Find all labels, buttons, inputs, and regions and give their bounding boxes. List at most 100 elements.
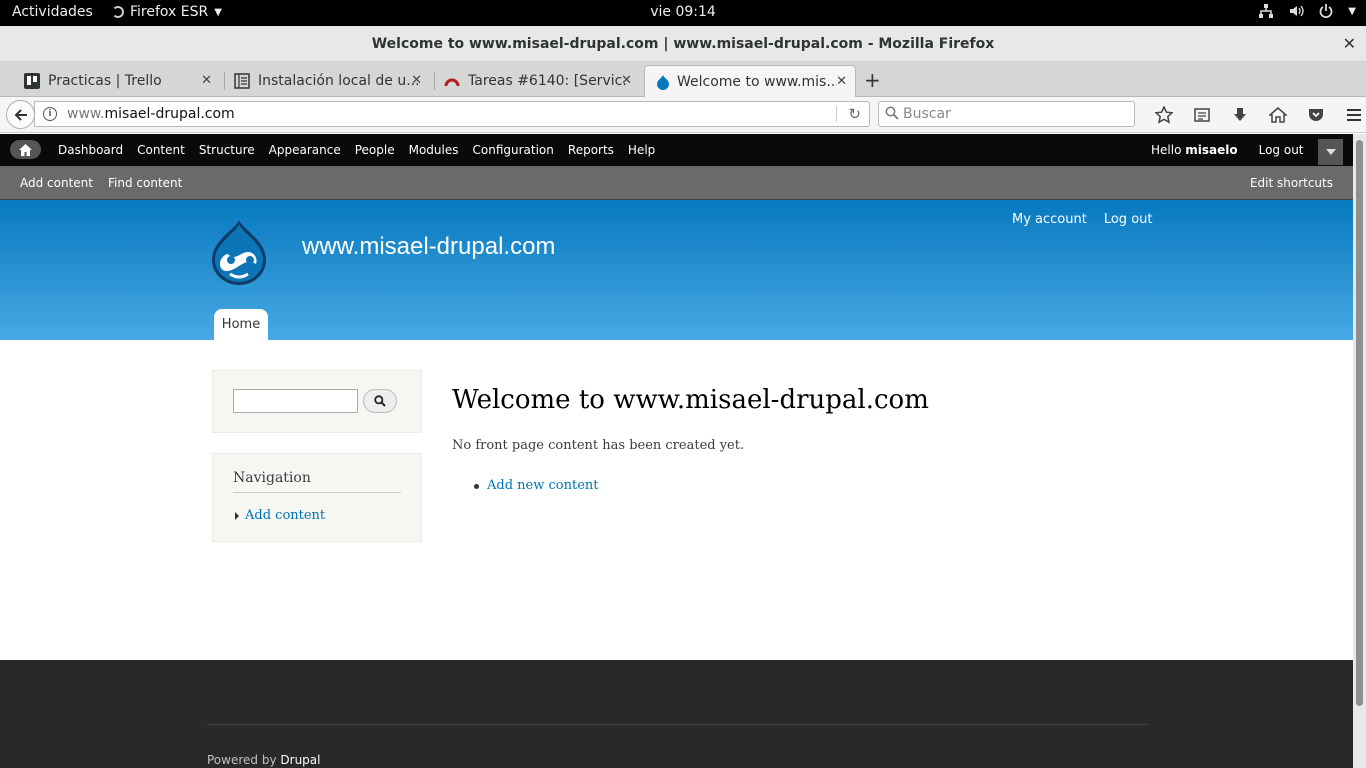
list-bullet [474, 484, 479, 489]
admin-menu-configuration[interactable]: Configuration [466, 143, 561, 157]
close-icon[interactable]: ✕ [411, 73, 422, 88]
tab-bar: Practicas | Trello ✕ Instalación local d… [0, 62, 1366, 97]
drupal-icon [657, 75, 669, 90]
url-bar[interactable]: i www.misael-drupal.com ↻ [34, 101, 870, 127]
url-divider [836, 106, 837, 122]
window-title: Welcome to www.misael-drupal.com | www.m… [371, 36, 995, 52]
search-bar[interactable]: Buscar [878, 101, 1135, 127]
chevron-down-icon: ▼ [1348, 5, 1356, 17]
tab-label: Instalación local de u... [258, 73, 418, 89]
back-button[interactable] [6, 100, 35, 129]
tab-separator [224, 72, 225, 90]
front-page-message: No front page content has been created y… [452, 438, 745, 453]
my-account-link[interactable]: My account [1012, 212, 1087, 227]
hamburger-menu-icon[interactable] [1335, 103, 1366, 127]
close-icon[interactable]: ✕ [836, 74, 847, 89]
info-icon[interactable]: i [43, 107, 57, 121]
search-block [212, 370, 422, 433]
home-icon[interactable] [1259, 103, 1297, 127]
page-icon [234, 73, 250, 89]
site-header: www.misael-drupal.com My account Log out… [0, 200, 1353, 340]
add-new-content-link[interactable]: Add new content [487, 478, 598, 493]
arrow-left-icon [14, 108, 27, 121]
volume-icon [1290, 5, 1304, 17]
redmine-icon [444, 78, 460, 87]
page-scrollbar[interactable] [1353, 134, 1366, 768]
admin-menu-appearance[interactable]: Appearance [262, 143, 348, 157]
hello-user[interactable]: Hello misaelo [1151, 143, 1238, 157]
bookmark-star-icon[interactable] [1145, 103, 1183, 127]
gnome-top-bar: Actividades Firefox ESR ▼ vie 09:14 ▼ [0, 0, 1366, 26]
footer-divider [207, 724, 1147, 725]
toolbar-logout-link[interactable]: Log out [1259, 143, 1304, 157]
header-logout-link[interactable]: Log out [1104, 212, 1153, 227]
download-icon[interactable] [1221, 103, 1259, 127]
close-icon[interactable]: ✕ [621, 73, 632, 88]
url-text[interactable]: www.misael-drupal.com [67, 106, 235, 122]
admin-menu-people[interactable]: People [348, 143, 402, 157]
admin-menu-structure[interactable]: Structure [192, 143, 262, 157]
firefox-icon [112, 6, 124, 18]
tab-welcome-active[interactable]: Welcome to www.mis... ✕ [644, 65, 856, 97]
navigation-toolbar: i www.misael-drupal.com ↻ Buscar [0, 97, 1366, 133]
tab-tareas[interactable]: Tareas #6140: [Servic... ✕ [444, 65, 640, 97]
trello-icon [24, 73, 40, 89]
url-host: misael-drupal.com [104, 106, 235, 122]
admin-menu-modules[interactable]: Modules [402, 143, 466, 157]
url-prefix: www. [67, 106, 105, 122]
admin-menu-dashboard[interactable]: Dashboard [51, 143, 130, 157]
system-tray[interactable]: ▼ [1258, 3, 1356, 19]
reload-icon[interactable]: ↻ [848, 105, 861, 123]
edit-shortcuts-link[interactable]: Edit shortcuts [1250, 176, 1333, 190]
new-tab-button[interactable]: + [864, 68, 881, 92]
tab-separator [434, 72, 435, 90]
tab-trello[interactable]: Practicas | Trello ✕ [24, 65, 220, 97]
home-icon [19, 143, 32, 156]
admin-menu-help[interactable]: Help [621, 143, 662, 157]
drupal-logo-icon[interactable] [210, 218, 268, 286]
reading-list-icon[interactable] [1183, 103, 1221, 127]
network-icon [1259, 4, 1274, 18]
site-footer: Powered by Drupal [0, 660, 1353, 768]
navigation-block-title: Navigation [233, 470, 401, 493]
admin-menu-reports[interactable]: Reports [561, 143, 621, 157]
hello-label: Hello [1151, 143, 1182, 157]
sidebar-add-content-link[interactable]: Add content [245, 508, 325, 523]
powered-by: Powered by Drupal [207, 753, 320, 767]
pocket-icon[interactable] [1297, 103, 1335, 127]
chevron-down-icon [1325, 149, 1336, 155]
page-title: Welcome to www.misael-drupal.com [452, 385, 929, 415]
admin-menu: Dashboard Content Structure Appearance P… [51, 143, 662, 157]
drupal-admin-toolbar: Dashboard Content Structure Appearance P… [0, 134, 1353, 166]
scrollbar-thumb[interactable] [1356, 140, 1363, 706]
window-titlebar: Welcome to www.misael-drupal.com | www.m… [0, 26, 1366, 62]
toolbar-home-button[interactable] [10, 140, 41, 159]
search-icon [885, 106, 899, 120]
powered-by-label: Powered by [207, 753, 277, 767]
app-menu-label: Firefox ESR [130, 4, 209, 20]
close-icon[interactable]: ✕ [201, 73, 212, 88]
admin-menu-content[interactable]: Content [130, 143, 192, 157]
collapsed-triangle-icon [235, 512, 239, 520]
shortcut-find-content[interactable]: Find content [108, 176, 182, 190]
toggle-shortcuts-button[interactable] [1318, 139, 1343, 165]
shortcuts-bar: Add content Find content Edit shortcuts [0, 166, 1353, 200]
site-search-button[interactable] [363, 389, 397, 413]
tab-instalacion[interactable]: Instalación local de u... ✕ [234, 65, 430, 97]
search-placeholder: Buscar [903, 106, 951, 122]
shortcut-add-content[interactable]: Add content [20, 176, 93, 190]
tab-label: Practicas | Trello [48, 73, 162, 89]
close-window-button[interactable]: ✕ [1343, 34, 1356, 53]
search-icon [374, 395, 386, 407]
site-name[interactable]: www.misael-drupal.com [302, 233, 555, 261]
secondary-menu: My account Log out [1012, 212, 1153, 227]
drupal-link[interactable]: Drupal [280, 753, 320, 767]
tab-label: Tareas #6140: [Servic... [468, 73, 628, 89]
power-icon [1319, 4, 1333, 18]
app-menu[interactable]: Firefox ESR ▼ [112, 4, 222, 20]
main-menu-home-tab[interactable]: Home [214, 309, 268, 340]
activities-button[interactable]: Actividades [12, 4, 93, 20]
toolbar-user-menu: Hello misaelo Log out [1151, 143, 1304, 157]
username: misaelo [1185, 143, 1238, 157]
site-search-input[interactable] [233, 389, 358, 413]
